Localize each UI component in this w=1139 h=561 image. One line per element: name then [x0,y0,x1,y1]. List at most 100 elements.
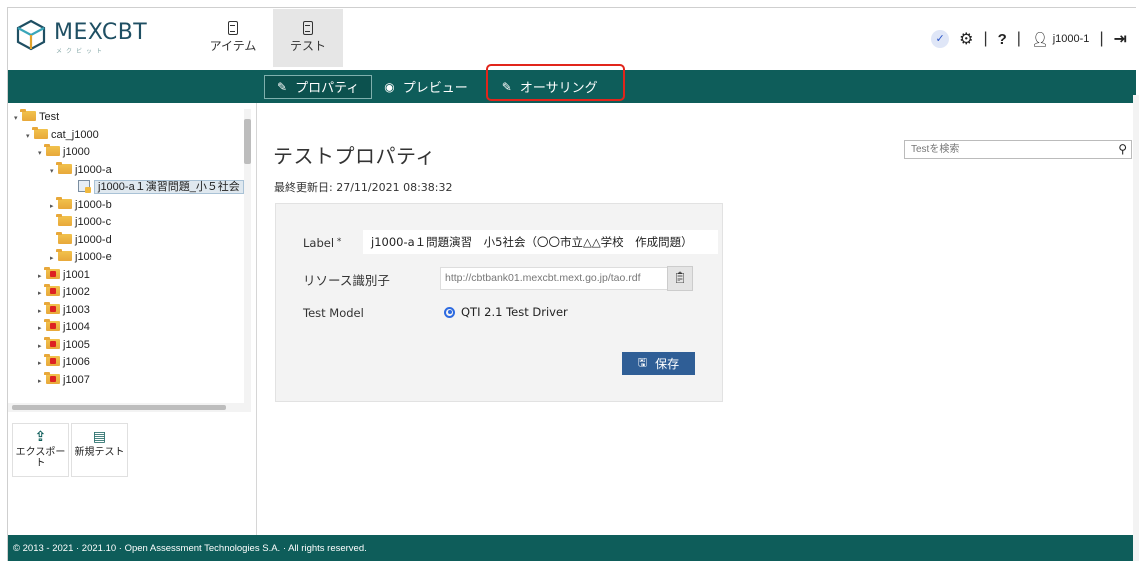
logo[interactable]: MEXCBT メクビット [14,18,174,58]
sidebar: ▾ Test ▾ cat_j1000 ▾ j1000 ▾ j1000-a j1000-a１演習問… [8,103,257,535]
tree-node[interactable]: ▸ j1007 [8,371,251,391]
tree-node[interactable]: ▸ j1000-b [8,196,251,216]
expand-right-icon[interactable]: ▸ [38,355,46,373]
main-content: テストプロパティ 最終更新日: 27/11/2021 08:38:32 Labe… [258,103,1136,535]
required-mark: * [334,237,342,247]
folder-icon [20,109,36,121]
folder-icon [44,144,60,156]
expand-right-icon[interactable]: ▸ [38,373,46,391]
tree-node[interactable]: j1000-d [8,231,251,250]
divider: | [983,30,988,47]
tree-node-label: cat_j1000 [51,128,99,141]
test-model-radio[interactable]: QTI 2.1 Test Driver [444,305,568,319]
tree-node[interactable]: ▸ j1006 [8,354,251,372]
label-input[interactable]: j1000-a１問題演習 小5社会（〇〇市立△△学校 作成問題） [363,230,718,254]
scroll-thumb[interactable] [244,119,251,164]
preview-label: プレビュー [402,81,468,96]
folder-icon [56,249,72,261]
test-model-value: QTI 2.1 Test Driver [461,305,568,319]
items-icon [228,21,238,35]
expand-right-icon[interactable]: ▸ [38,268,46,286]
tree-horizontal-scrollbar[interactable] [8,403,251,412]
brand-subtitle: メクビット [56,48,107,55]
clipboard-icon: 📋︎ [673,272,687,284]
save-label: 保存 [655,357,680,371]
page-scrollbar[interactable] [1133,95,1139,561]
folder-icon [56,214,72,226]
new-test-button[interactable]: ▤ 新規テスト [71,423,128,477]
uri-input[interactable]: http://cbtbank01.mexcbt.mext.go.jp/tao.r… [440,267,668,290]
tree-node-label: j1006 [63,356,90,368]
tree-node[interactable]: ▾ cat_j1000 [8,126,251,146]
tree-node[interactable]: ▸ j1002 [8,284,251,302]
nav-tab-items[interactable]: アイテム [198,9,268,67]
expand-right-icon[interactable]: ▸ [38,303,46,321]
new-test-icon: ▤ [92,429,107,445]
export-button[interactable]: ⇪ エクスポート [12,423,69,477]
logout-icon[interactable]: ⇥ [1114,29,1127,49]
header: MEXCBT メクビット アイテム テスト ✓ ⚙ | ? | 👤︎ j1000… [8,8,1136,68]
tree-node-label: j1003 [63,303,90,316]
expand-down-icon[interactable]: ▾ [50,163,58,181]
tree-vertical-scrollbar[interactable] [244,109,251,405]
locked-folder-icon [44,336,60,349]
preview-button[interactable]: ◉ プレビュー [372,75,480,99]
tree-node[interactable]: ▾ j1000-a [8,161,251,181]
label-field-text: Label [303,236,335,250]
tree-node-label: j1007 [63,373,90,386]
new-test-label: 新規テスト [74,447,125,458]
export-label: エクスポート [15,447,66,469]
expand-down-icon[interactable]: ▾ [14,110,22,128]
tree-node[interactable]: ▾ j1000 [8,144,251,162]
expand-right-icon[interactable]: ▸ [38,320,46,338]
tests-icon [303,21,313,35]
tree-node[interactable]: ▸ j1005 [8,336,251,356]
tree-node-label: j1000 [63,146,90,158]
uri-field-label: リソース識別子 [303,273,390,288]
username: j1000-1 [1052,33,1090,45]
help-icon[interactable]: ? [998,31,1007,48]
expand-right-icon[interactable]: ▸ [50,250,58,268]
copy-button[interactable]: 📋︎ [667,266,693,291]
tree-node-label: j1000-b [75,198,112,211]
tree-node[interactable]: j1000-c [8,214,251,232]
test-file-icon [78,180,91,193]
tree-node[interactable]: ▸ j1000-e [8,249,251,267]
tree-tools: ⇪ エクスポート ▤ 新規テスト [12,423,128,477]
check-icon[interactable]: ✓ [931,30,950,48]
tree-node-label: j1002 [63,286,90,298]
expand-right-icon[interactable]: ▸ [50,198,58,216]
tree-node[interactable]: j1000-a１演習問題_小５社会 [8,179,251,197]
footer: © 2013 - 2021 · 2021.10 · Open Assessmen… [8,535,1136,561]
nav-tab-tests-label: テスト [289,39,326,53]
expand-down-icon[interactable]: ▾ [26,128,34,146]
tree-node-label: j1000-a１演習問題_小５社会 [94,180,244,194]
tree-node-label: j1000-d [75,233,112,246]
locked-folder-icon [44,371,60,384]
settings-gear-icon[interactable]: ⚙ [959,29,973,49]
tree-node[interactable]: ▸ j1001 [8,266,251,286]
tree-node-label: Test [39,111,60,123]
eye-icon: ◉ [384,79,395,94]
nav-tab-tests[interactable]: テスト [273,9,343,67]
tree-node-label: j1001 [63,268,90,281]
locked-folder-icon [44,301,60,314]
tree-node[interactable]: ▾ Test [8,109,251,127]
export-icon: ⇪ [34,429,47,445]
divider: | [1099,30,1104,47]
expand-right-icon[interactable]: ▸ [38,338,46,356]
tree-node-label: j1004 [63,321,90,333]
expand-down-icon[interactable]: ▾ [38,145,46,163]
save-button[interactable]: 🖫︎ 保存 [622,352,695,375]
tree-node[interactable]: ▸ j1003 [8,301,251,321]
scroll-thumb[interactable] [12,405,226,410]
properties-button[interactable]: ✎ プロパティ [264,74,373,99]
properties-label: プロパティ [295,81,360,96]
radio-selected-icon [444,306,455,318]
expand-right-icon[interactable]: ▸ [38,285,46,303]
last-updated: 最終更新日: 27/11/2021 08:38:32 [274,181,453,194]
locked-folder-icon [44,319,60,331]
user-menu[interactable]: 👤︎ j1000-1 [1031,31,1089,48]
header-right: ✓ ⚙ | ? | 👤︎ j1000-1 | ⇥ [931,28,1127,50]
tree-node[interactable]: ▸ j1004 [8,319,251,337]
